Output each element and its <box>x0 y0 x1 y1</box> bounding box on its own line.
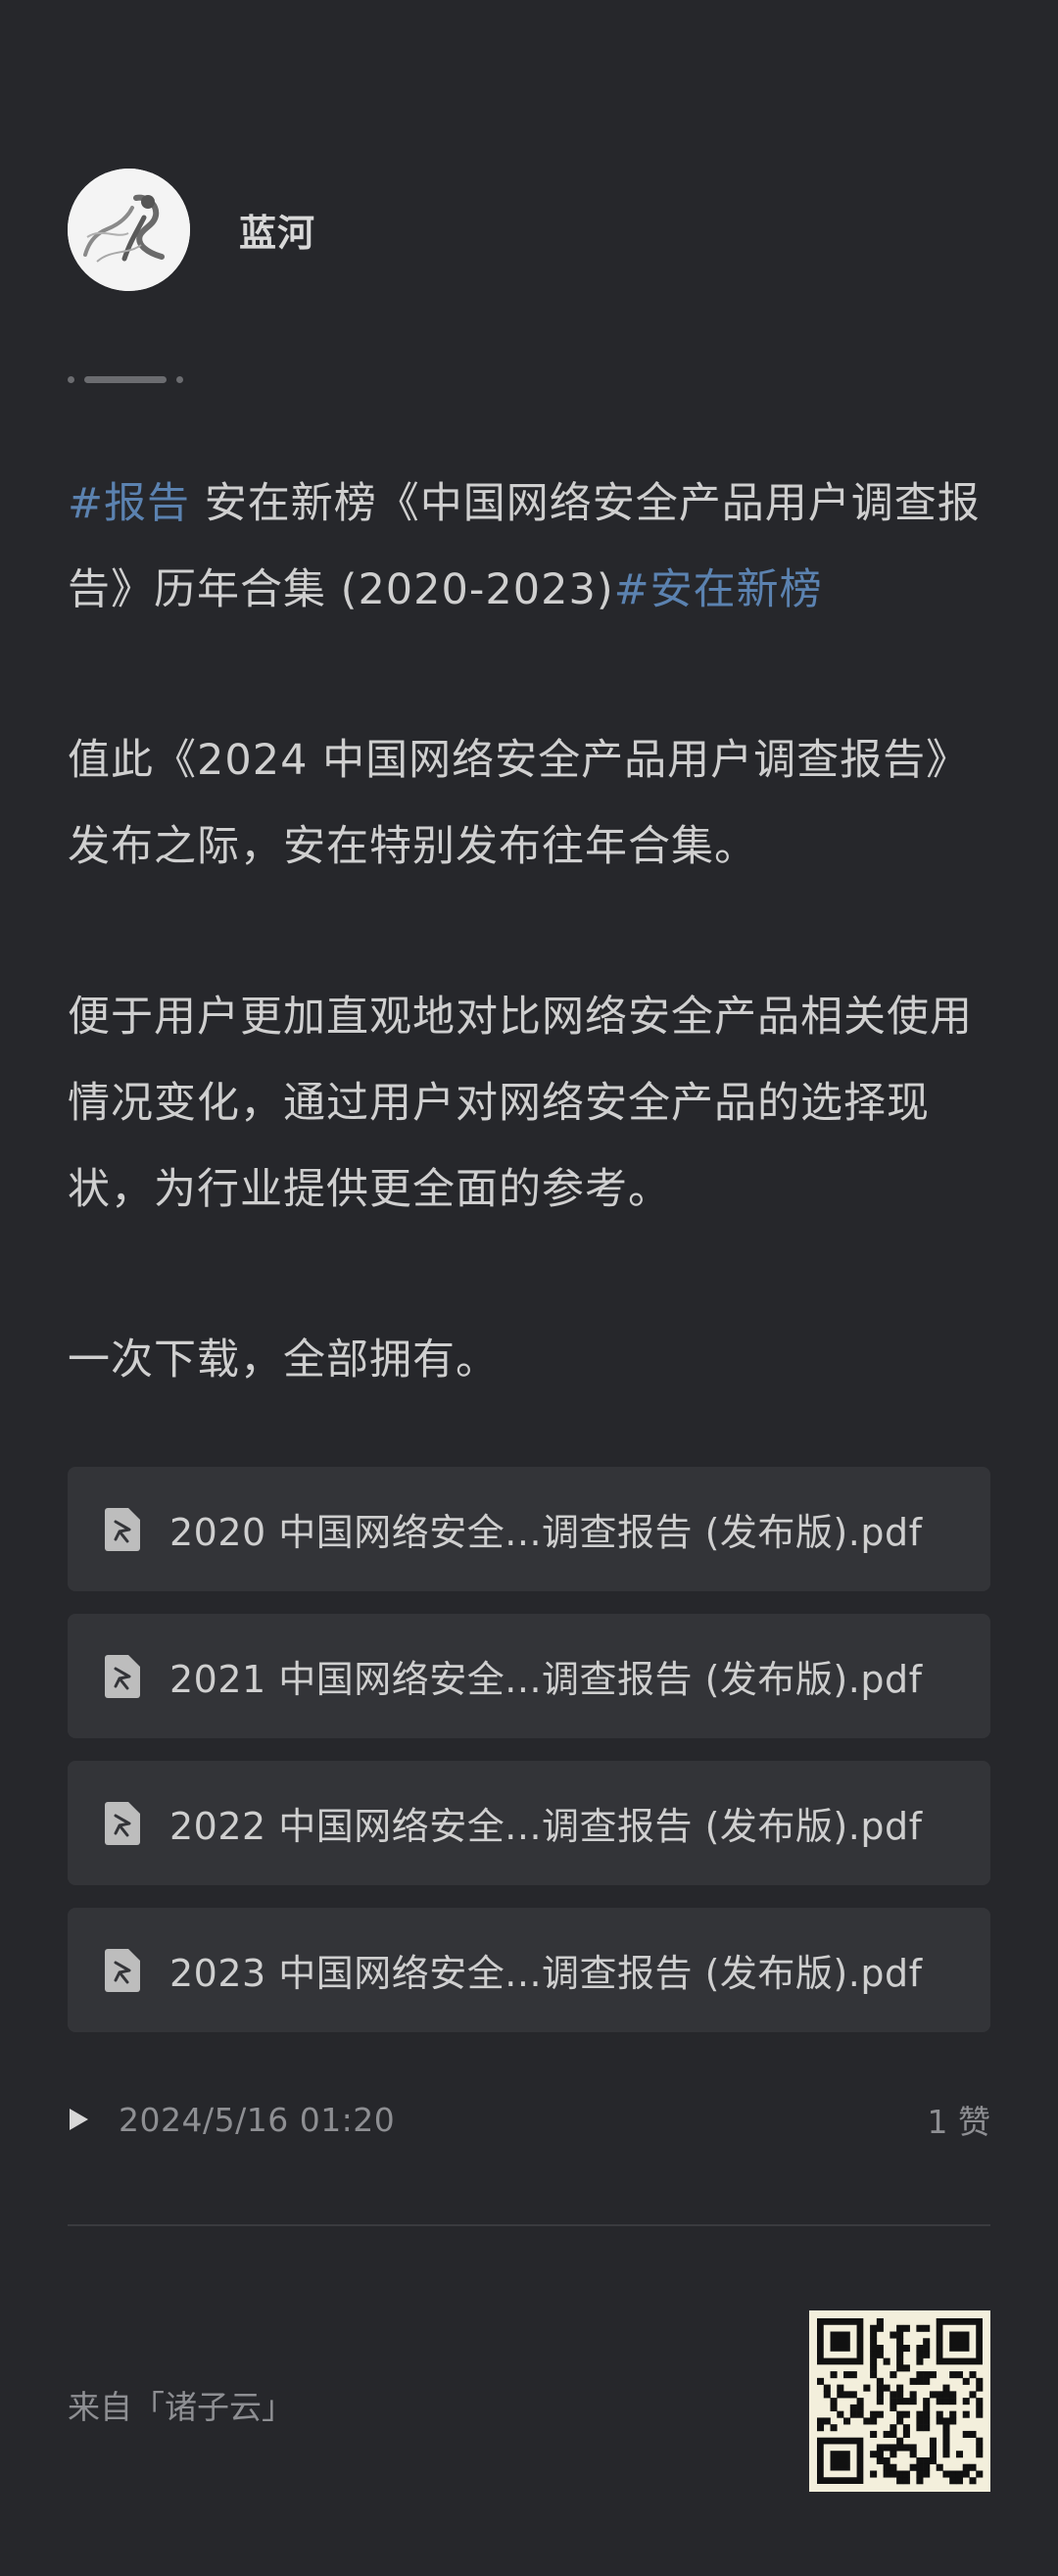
post-paragraph-4: 一次下载，全部拥有。 <box>68 1336 499 1385</box>
file-item[interactable]: 2020 中国网络安全...调查报告 (发布版).pdf <box>68 1467 990 1591</box>
author-name[interactable]: 蓝河 <box>239 203 315 257</box>
pdf-icon <box>105 1654 140 1698</box>
hashtag-report[interactable]: #报告 <box>68 479 190 528</box>
play-icon[interactable] <box>68 2108 89 2131</box>
file-name: 2020 中国网络安全...调查报告 (发布版).pdf <box>169 1511 923 1554</box>
file-item[interactable]: 2021 中国网络安全...调查报告 (发布版).pdf <box>68 1614 990 1738</box>
post-timestamp: 2024/5/16 01:20 <box>119 2100 396 2139</box>
pdf-icon <box>105 1507 140 1551</box>
file-list: 2020 中国网络安全...调查报告 (发布版).pdf 2021 中国网络安全… <box>68 1467 990 2055</box>
post-content: #报告 安在新榜《中国网络安全产品用户调查报告》历年合集 (2020-2023)… <box>68 461 993 1487</box>
divider <box>68 2224 990 2226</box>
post-paragraph-2: 值此《2024 中国网络安全产品用户调查报告》发布之际，安在特别发布往年合集。 <box>68 736 970 871</box>
post-paragraph-3: 便于用户更加直观地对比网络安全产品相关使用情况变化，通过用户对网络安全产品的选择… <box>68 993 973 1214</box>
author-header: 蓝河 <box>68 169 315 291</box>
section-divider <box>68 376 183 383</box>
hashtag-anzai[interactable]: #安在新榜 <box>614 565 823 614</box>
file-name: 2021 中国网络安全...调查报告 (发布版).pdf <box>169 1658 923 1701</box>
like-count[interactable]: 1 赞 <box>928 2096 991 2143</box>
pdf-icon <box>105 1948 140 1992</box>
source-label: 来自「诸子云」 <box>68 2388 294 2426</box>
file-name: 2023 中国网络安全...调查报告 (发布版).pdf <box>169 1952 923 1995</box>
file-item[interactable]: 2023 中国网络安全...调查报告 (发布版).pdf <box>68 1908 990 2032</box>
post-page: 蓝河 #报告 安在新榜《中国网络安全产品用户调查报告》历年合集 (2020-20… <box>0 0 1058 2576</box>
file-name: 2022 中国网络安全...调查报告 (发布版).pdf <box>169 1805 923 1848</box>
qr-code <box>809 2310 990 2492</box>
post-title-text: 安在新榜《中国网络安全产品用户调查报告》历年合集 (2020-2023) <box>68 479 981 614</box>
post-title-paragraph: #报告 安在新榜《中国网络安全产品用户调查报告》历年合集 (2020-2023)… <box>68 461 993 633</box>
file-item[interactable]: 2022 中国网络安全...调查报告 (发布版).pdf <box>68 1761 990 1885</box>
pdf-icon <box>105 1801 140 1845</box>
post-meta: 2024/5/16 01:20 1 赞 <box>68 2095 990 2144</box>
avatar[interactable] <box>68 169 190 291</box>
